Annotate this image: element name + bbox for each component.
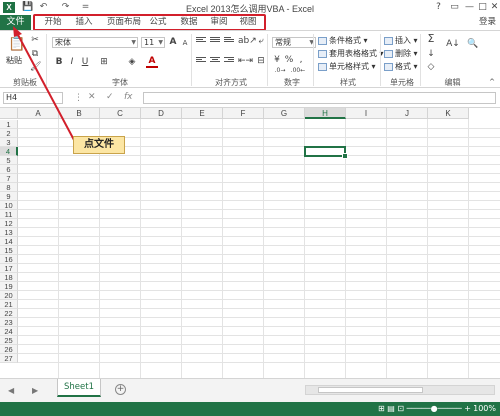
status-icons: ⊞ ▤ ⊡ ─────●───── + xyxy=(378,404,471,413)
next-sheet-icon[interactable]: ▶ xyxy=(32,386,38,395)
arrow-shaft xyxy=(16,32,75,141)
arrow-head xyxy=(13,26,22,37)
sheet-tab-bar: ◀ ▶ Sheet1 + xyxy=(0,378,500,402)
add-sheet-button[interactable]: + xyxy=(115,384,126,395)
scrollbar-thumb[interactable] xyxy=(318,387,423,393)
annotation-arrow xyxy=(13,26,75,141)
sheet-tab[interactable]: Sheet1 xyxy=(57,379,101,397)
horizontal-scrollbar[interactable] xyxy=(305,385,495,395)
annotation-callout: 点文件 xyxy=(73,136,125,154)
prev-sheet-icon[interactable]: ◀ xyxy=(8,386,14,395)
zoom-level[interactable]: 100% xyxy=(473,402,496,416)
status-bar: ⊞ ▤ ⊡ ─────●───── + 100% xyxy=(0,402,500,416)
